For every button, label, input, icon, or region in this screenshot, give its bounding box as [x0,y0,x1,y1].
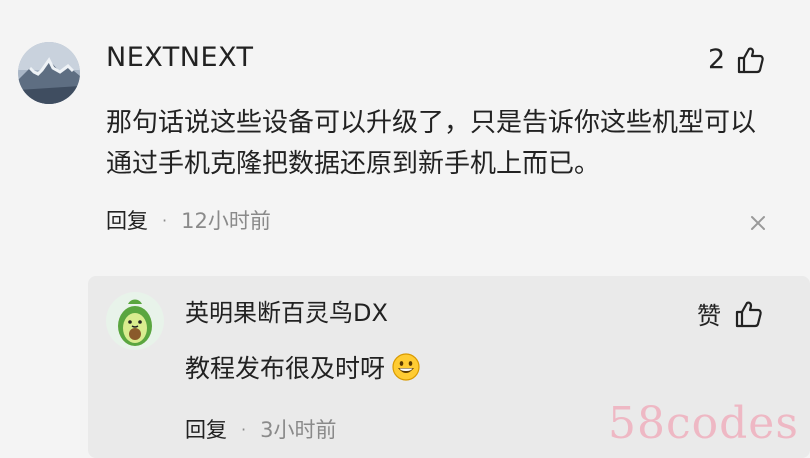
username[interactable]: 英明果断百灵鸟DX [185,293,388,328]
close-icon[interactable] [748,213,768,233]
reply-button[interactable]: 回复 [185,414,227,444]
timestamp: 12小时前 [181,209,271,233]
thumbs-up-icon [738,47,764,73]
avatar-avocado-image [106,292,164,350]
comment-text: 那句话说这些设备可以升级了，只是告诉你这些机型可以通过手机克隆把数据还原到新手机… [106,108,757,179]
avatar[interactable] [106,292,164,350]
grinning-face-icon [392,353,420,381]
comment-text-row: 教程发布很及时呀 [185,349,421,385]
like-button[interactable]: 赞 [697,296,763,331]
like-button[interactable]: 2 [708,44,765,75]
watermark: 58codes [608,398,799,449]
thumbs-up-icon [735,301,762,327]
separator-dot: · [162,210,168,230]
separator-dot: · [241,419,247,439]
avatar-mountain-image [18,42,80,104]
avatar[interactable] [18,42,80,104]
like-count: 2 [708,44,726,75]
timestamp: 3小时前 [260,418,337,442]
like-label: 赞 [697,302,721,330]
reply-button[interactable]: 回复 [106,205,148,235]
comment-meta: 回复 · 12小时前 [106,205,271,235]
comment-text: 教程发布很及时呀 [185,354,386,383]
username[interactable]: NEXTNEXT [106,42,254,73]
comment-meta: 回复 · 3小时前 [185,414,336,444]
